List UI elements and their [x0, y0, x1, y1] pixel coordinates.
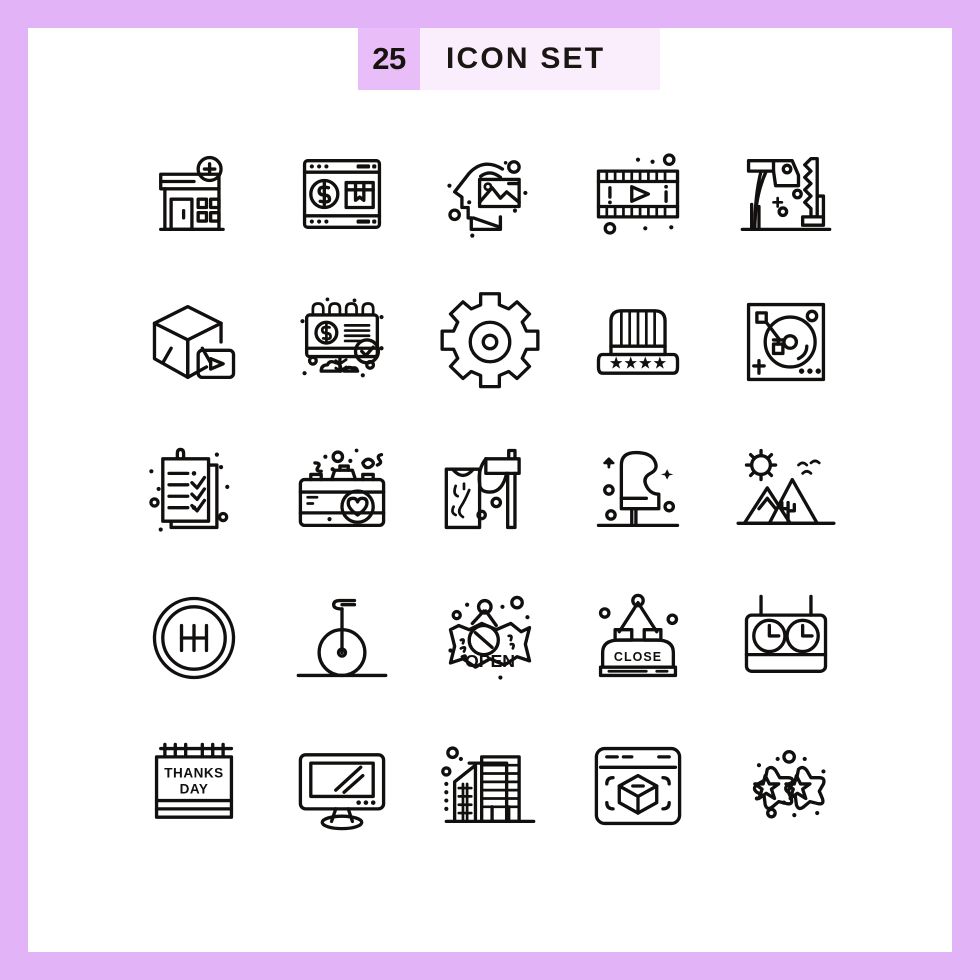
gear-shift-icon: [152, 596, 236, 680]
mountains-sun-icon: [736, 448, 836, 525]
thanks-day-calendar-icon: THANKS DAY: [154, 742, 234, 819]
icon-cell-two-stars[interactable]: [712, 712, 860, 860]
axe-and-saw-icon: [740, 156, 832, 232]
icon-cell-ar-cube-browser[interactable]: [564, 712, 712, 860]
icon-cell-axe-saw[interactable]: [712, 120, 860, 268]
icon-cell-wood-axe[interactable]: [416, 416, 564, 564]
icon-cell-patriotic-hat[interactable]: [564, 268, 712, 416]
icon-cell-cube-video[interactable]: [120, 268, 268, 416]
close-sign-icon: CLOSE: [598, 593, 679, 678]
ar-cube-browser-icon: [594, 746, 682, 826]
grand-piano-icon: [596, 450, 680, 528]
billboard-money-check-icon: [300, 297, 384, 378]
gear-settings-icon: [440, 292, 540, 389]
icon-cell-unicycle[interactable]: [268, 564, 416, 712]
icon-count-badge: 25: [358, 28, 420, 90]
imagination-head-icon: [447, 160, 528, 238]
icon-cell-online-shopping[interactable]: [268, 120, 416, 268]
icon-cell-grand-piano[interactable]: [564, 416, 712, 564]
open-sign-label: OPEN: [465, 651, 515, 671]
patriotic-hat-icon: [596, 309, 680, 375]
icon-cell-checklist[interactable]: [120, 416, 268, 564]
open-sign-icon: OPEN: [448, 595, 532, 680]
header-bar: 25 ICON SET: [358, 28, 660, 90]
pharmacy-store-icon: [159, 155, 225, 232]
chess-clock-icon: [744, 594, 828, 673]
icon-cell-open-sign[interactable]: OPEN: [416, 564, 564, 712]
calendar-line2: DAY: [180, 781, 209, 796]
icon-cell-close-sign[interactable]: CLOSE: [564, 564, 712, 712]
film-strip-play-icon: [596, 153, 680, 235]
icon-count-value: 25: [372, 41, 406, 76]
turntable-icon: [746, 302, 826, 382]
close-sign-label: CLOSE: [614, 650, 662, 664]
icon-cell-billboard-money[interactable]: [268, 268, 416, 416]
icon-cell-camera-heart[interactable]: [268, 416, 416, 564]
icon-cell-gear[interactable]: [416, 268, 564, 416]
icon-cell-imagination-head[interactable]: [416, 120, 564, 268]
city-buildings-icon: [441, 746, 536, 824]
icon-cell-mountains-sun[interactable]: [712, 416, 860, 564]
two-stars-icon: [752, 750, 826, 819]
poster-root: 25 ICON SET OPEN CLOSE THANKS DAY: [0, 0, 980, 980]
icon-grid: OPEN CLOSE THANKS DAY: [120, 120, 860, 860]
wood-log-axe-icon: [444, 448, 521, 530]
desktop-monitor-icon: [298, 753, 386, 831]
cube-video-icon: [152, 304, 236, 380]
icon-cell-monitor[interactable]: [268, 712, 416, 860]
icon-cell-gear-shift[interactable]: [120, 564, 268, 712]
icon-cell-city-buildings[interactable]: [416, 712, 564, 860]
online-shopping-icon: [302, 159, 382, 229]
icon-cell-thanks-day-calendar[interactable]: THANKS DAY: [120, 712, 268, 860]
icon-cell-turntable[interactable]: [712, 268, 860, 416]
unicycle-icon: [296, 598, 388, 678]
icon-cell-chess-clock[interactable]: [712, 564, 860, 712]
icon-cell-pharmacy-store[interactable]: [120, 120, 268, 268]
white-panel: 25 ICON SET OPEN CLOSE THANKS DAY: [28, 28, 952, 952]
icon-cell-film-strip[interactable]: [564, 120, 712, 268]
checklist-document-icon: [149, 447, 230, 532]
calendar-line1: THANKS: [164, 766, 223, 781]
page-title: ICON SET: [446, 42, 606, 75]
camera-heart-icon: [298, 448, 386, 528]
